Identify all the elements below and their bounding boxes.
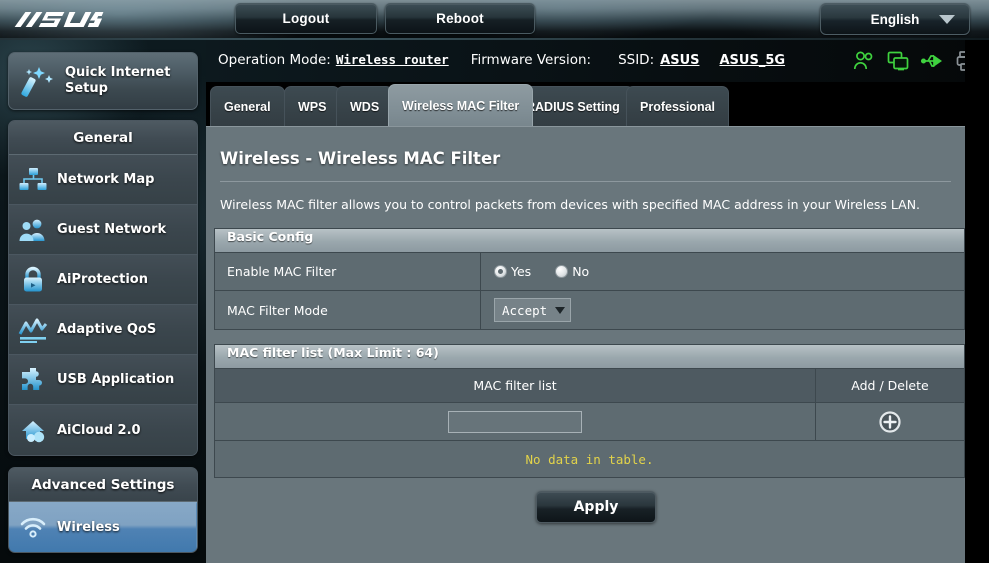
firmware-version-label: Firmware Version:: [470, 52, 592, 68]
mac-list-column-headers: MAC filter list Add / Delete: [215, 369, 964, 403]
cloud-home-icon: [9, 410, 57, 450]
right-edge-filler: [965, 40, 989, 563]
row-mac-filter-mode: MAC Filter Mode Accept: [215, 291, 964, 329]
sidebar-item-network-map[interactable]: Network Map: [9, 155, 197, 205]
radio-yes-indicator: [494, 265, 507, 278]
empty-table-message: No data in table.: [215, 441, 964, 477]
page-title: Wireless - Wireless MAC Filter: [220, 149, 501, 168]
sidebar-label-wireless: Wireless: [57, 519, 120, 535]
value-enable-mac-filter: Yes No: [481, 253, 964, 290]
language-label: English: [870, 11, 920, 27]
apply-button[interactable]: Apply: [536, 491, 656, 523]
usb-icon[interactable]: [920, 50, 943, 72]
label-enable-mac-filter: Enable MAC Filter: [215, 253, 481, 290]
reboot-button[interactable]: Reboot: [385, 3, 535, 34]
column-header-mac-filter-list: MAC filter list: [215, 369, 816, 402]
lock-shield-icon: [9, 260, 57, 300]
sidebar-label-aiprotection: AiProtection: [57, 272, 148, 287]
tab-wireless-mac-filter[interactable]: Wireless MAC Filter: [388, 84, 534, 126]
basic-config-header: Basic Config: [215, 229, 964, 253]
radio-enable-yes[interactable]: Yes: [494, 264, 531, 279]
row-enable-mac-filter: Enable MAC Filter Yes No: [215, 253, 964, 291]
mac-filter-list-header: MAC filter list (Max Limit : 64): [215, 345, 964, 369]
sidebar-group-title-advanced: Advanced Settings: [9, 468, 197, 502]
operation-mode-label: Operation Mode:: [218, 52, 331, 68]
wifi-icon: [9, 507, 57, 547]
sidebar-item-wireless[interactable]: Wireless: [9, 502, 197, 552]
chevron-down-icon: [555, 306, 566, 314]
mac-filter-mode-value: Accept: [502, 302, 548, 318]
guest-network-icon: [9, 210, 57, 250]
mac-address-input[interactable]: [448, 410, 582, 433]
active-item-arrow-icon: [196, 502, 197, 552]
tab-general[interactable]: General: [210, 86, 285, 126]
sidebar-group-general: General Network Map Guest Network AiProt…: [8, 120, 198, 456]
quick-setup-label: Quick Internet Setup: [65, 65, 170, 98]
top-header-bar: Logout Reboot English: [0, 0, 989, 40]
page-description: Wireless MAC filter allows you to contro…: [220, 197, 921, 212]
content-panel: Wireless - Wireless MAC Filter Wireless …: [206, 126, 965, 563]
quick-setup-line2: Setup: [65, 81, 108, 96]
magic-wand-icon: [13, 59, 65, 103]
basic-config-section: Basic Config Enable MAC Filter Yes No MA…: [214, 228, 965, 330]
mac-filter-list-section: MAC filter list (Max Limit : 64) MAC fil…: [214, 344, 965, 478]
sidebar-item-usb-application[interactable]: USB Application: [9, 355, 197, 405]
tab-wps[interactable]: WPS: [284, 86, 341, 126]
ssid-label: SSID:: [618, 52, 655, 68]
qos-chart-icon: [9, 310, 57, 350]
status-icon-tray: [853, 50, 977, 72]
tab-professional[interactable]: Professional: [626, 86, 730, 126]
plus-circle-icon[interactable]: [879, 410, 901, 433]
column-header-add-delete: Add / Delete: [851, 378, 929, 393]
ssid-value-2ghz[interactable]: ASUS: [660, 53, 699, 68]
logout-button[interactable]: Logout: [235, 3, 377, 34]
ssid-value-5ghz[interactable]: ASUS_5G: [719, 53, 785, 68]
mac-input-cell: [215, 403, 816, 440]
network-map-icon: [9, 160, 57, 200]
radio-enable-no[interactable]: No: [555, 264, 589, 279]
sidebar-label-network-map: Network Map: [57, 172, 155, 187]
sidebar-item-guest-network[interactable]: Guest Network: [9, 205, 197, 255]
label-mac-filter-mode: MAC Filter Mode: [215, 291, 481, 329]
mac-add-cell: [816, 403, 964, 440]
monitor-icon[interactable]: [887, 50, 909, 72]
quick-setup-line1: Quick Internet: [65, 64, 171, 80]
sidebar-item-aiprotection[interactable]: AiProtection: [9, 255, 197, 305]
radio-no-indicator: [555, 265, 569, 278]
sidebar-label-usb-application: USB Application: [57, 372, 175, 387]
sidebar-item-aicloud[interactable]: AiCloud 2.0: [9, 405, 197, 455]
tab-wds[interactable]: WDS: [336, 86, 394, 126]
sidebar-group-advanced: Advanced Settings Wireless: [8, 467, 198, 553]
sidebar-label-aicloud: AiCloud 2.0: [57, 422, 141, 438]
chevron-down-icon: [939, 14, 955, 24]
tab-strip: General WPS WDS Wireless MAC Filter RADI…: [206, 82, 989, 126]
asus-logo-mark: [14, 12, 104, 27]
value-mac-filter-mode: Accept: [481, 291, 964, 329]
sidebar-label-guest-network: Guest Network: [57, 222, 167, 237]
clients-icon[interactable]: [853, 50, 875, 72]
quick-internet-setup-button[interactable]: Quick Internet Setup: [8, 52, 198, 110]
radio-yes-label: Yes: [511, 264, 532, 279]
asus-logo: [11, 8, 108, 32]
title-divider: [220, 181, 951, 182]
radio-no-label: No: [572, 264, 590, 279]
sidebar-group-title-general: General: [9, 121, 197, 155]
language-selector[interactable]: English: [820, 3, 970, 35]
sidebar-label-adaptive-qos: Adaptive QoS: [57, 322, 157, 337]
puzzle-piece-icon: [9, 360, 57, 400]
router-admin-page: Logout Reboot English Quick Internet Set…: [0, 0, 989, 563]
operation-mode-value[interactable]: Wireless router: [336, 52, 449, 67]
mac-filter-mode-dropdown[interactable]: Accept: [494, 298, 572, 322]
sidebar-item-adaptive-qos[interactable]: Adaptive QoS: [9, 305, 197, 355]
mac-entry-row: [215, 403, 964, 441]
